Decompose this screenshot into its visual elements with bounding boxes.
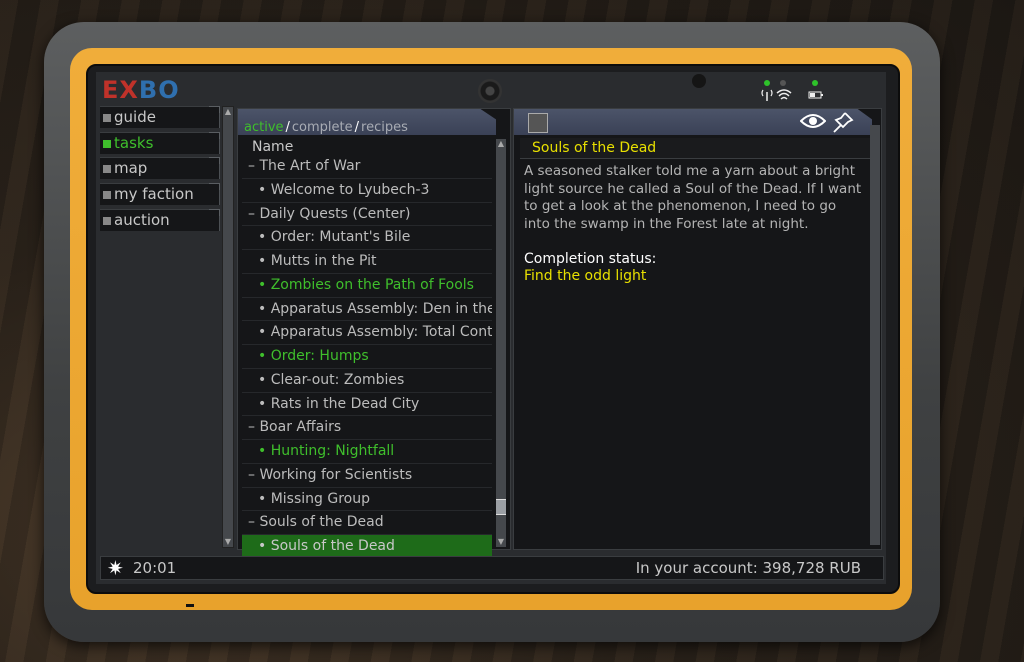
quest-row[interactable]: • Order: Humps (242, 345, 492, 369)
sidebar-scrollbar[interactable]: ▲ ▼ (222, 106, 234, 548)
quest-row[interactable]: • Zombies on the Path of Fools (242, 274, 492, 298)
tab-recipes[interactable]: recipes (361, 120, 408, 135)
quest-title: Souls of the Dead (520, 138, 878, 159)
led-green-icon (812, 80, 818, 86)
quest-row[interactable]: • Mutts in the Pit (242, 250, 492, 274)
tab-complete[interactable]: complete (292, 120, 353, 135)
quest-list-panel: active / complete / recipes Name – The Art o… (237, 108, 511, 559)
quest-list: – The Art of War • Welcome to Lyubech-3– … (242, 155, 492, 559)
speaker-grille (186, 604, 194, 607)
status-bar: ✷ 20:01 In your account: 398,728 RUB (100, 556, 884, 580)
sidebar-item-label: my faction (114, 185, 194, 204)
detail-scrollbar[interactable] (870, 125, 880, 545)
quest-group-row[interactable]: – Boar Affairs (242, 416, 492, 440)
sidebar-item-label: map (114, 159, 148, 178)
scroll-down-icon[interactable]: ▼ (223, 537, 233, 547)
scroll-up-icon[interactable]: ▲ (223, 107, 233, 117)
sidebar-item-label: auction (114, 210, 170, 229)
logo-part-2: BO (138, 76, 180, 104)
bullet-icon (103, 216, 111, 225)
quest-description: A seasoned stalker told me a yarn about … (524, 163, 862, 232)
sidebar-item-tasks[interactable]: tasks (100, 131, 220, 154)
tab-active[interactable]: active (244, 120, 284, 135)
quest-row[interactable]: • Apparatus Assembly: Total Control (242, 321, 492, 345)
camera-icon (478, 79, 502, 103)
scroll-up-icon[interactable]: ▲ (496, 139, 506, 149)
scroll-down-icon[interactable]: ▼ (496, 537, 506, 547)
filter-tabs: active / complete / recipes (244, 120, 408, 135)
map-icon[interactable] (528, 113, 548, 133)
antenna-icon (761, 89, 773, 101)
sidebar: guide tasks map my faction auction (100, 106, 220, 234)
sidebar-item-label: tasks (114, 133, 154, 152)
quest-group-row[interactable]: – Working for Scientists (242, 464, 492, 488)
completion-label: Completion status: (524, 251, 657, 267)
bullet-icon (103, 114, 111, 122)
quest-row[interactable]: • Rats in the Dead City (242, 393, 492, 417)
battery-icon (808, 91, 823, 99)
wifi-icon (776, 89, 792, 100)
list-scrollbar[interactable]: ▲ ▼ (496, 139, 506, 547)
sensor-icon (692, 74, 706, 88)
quest-group-row[interactable]: – Daily Quests (Center) (242, 203, 492, 227)
quest-row[interactable]: • Order: Mutant's Bile (242, 226, 492, 250)
led-off-icon (780, 80, 786, 86)
logo-part-1: EX (102, 76, 139, 104)
bullet-icon (103, 139, 111, 148)
bullet-icon (103, 191, 111, 200)
eye-icon[interactable] (800, 112, 826, 130)
quest-row[interactable]: • Missing Group (242, 488, 492, 512)
pin-icon[interactable] (832, 111, 854, 133)
tab-separator: / (285, 120, 290, 135)
sidebar-item-map[interactable]: map (100, 157, 220, 180)
column-header-name[interactable]: Name (252, 139, 293, 155)
quest-row[interactable]: • Hunting: Nightfall (242, 440, 492, 464)
sidebar-item-label: guide (114, 108, 156, 126)
sidebar-item-guide[interactable]: guide (100, 106, 220, 128)
sun-icon: ✷ (107, 556, 124, 580)
led-green-icon (764, 80, 770, 86)
quest-row[interactable]: • Welcome to Lyubech-3 (242, 179, 492, 203)
quest-group-row[interactable]: – The Art of War (242, 155, 492, 179)
quest-row[interactable]: • Clear-out: Zombies (242, 369, 492, 393)
completion-value: Find the odd light (524, 268, 647, 284)
quest-row[interactable]: • Apparatus Assembly: Den in the Pit (242, 298, 492, 322)
tab-separator: / (354, 120, 360, 135)
sidebar-item-my-faction[interactable]: my faction (100, 183, 220, 206)
logo: EXBO (102, 76, 180, 104)
account-balance: In your account: 398,728 RUB (635, 559, 861, 577)
scroll-thumb[interactable] (496, 499, 506, 515)
sidebar-item-auction[interactable]: auction (100, 208, 220, 231)
bullet-icon (103, 165, 111, 174)
clock: 20:01 (133, 559, 177, 577)
quest-detail-panel: Souls of the Dead A seasoned stalker tol… (513, 108, 882, 550)
quest-group-row[interactable]: – Souls of the Dead (242, 511, 492, 535)
status-indicators (760, 78, 830, 104)
